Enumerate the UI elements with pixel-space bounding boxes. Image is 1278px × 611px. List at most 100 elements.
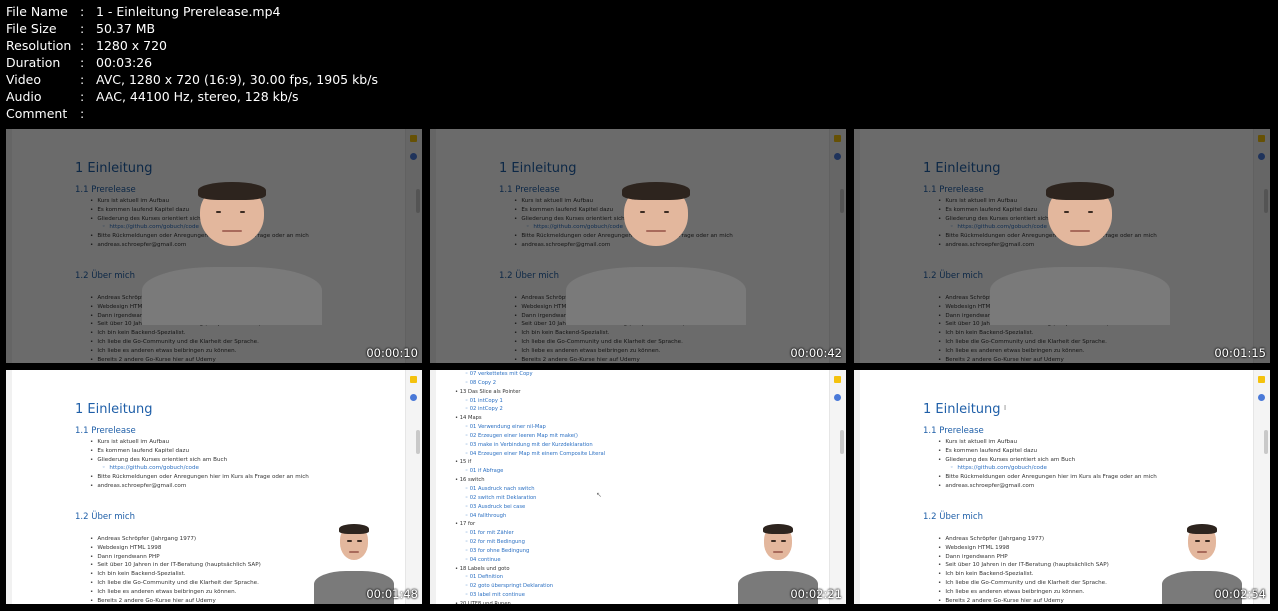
doc-title: 1 Einleitung bbox=[923, 402, 1001, 417]
meta-separator: : bbox=[80, 72, 85, 87]
toc-item[interactable]: 02 for mit Bedingung bbox=[465, 538, 605, 547]
bullet-item: Andreas Schröpfer (Jahrgang 1977) bbox=[938, 535, 1109, 544]
bullet-item: Es kommen laufend Kapitel dazu bbox=[90, 447, 309, 456]
meta-row: File Size:50.37 MB bbox=[6, 20, 378, 37]
bullets-ueber-mich: Andreas Schröpfer (Jahrgang 1977)Webdesi… bbox=[90, 535, 261, 604]
toc-item[interactable]: 03 Ausdruck bei case bbox=[465, 503, 605, 512]
toc-item[interactable]: 17 for bbox=[455, 520, 605, 529]
meta-separator: : bbox=[80, 55, 85, 70]
bullet-item: Ich liebe die Go-Community und die Klarh… bbox=[90, 579, 261, 588]
toc-item[interactable]: 01 Ausdruck nach switch bbox=[465, 485, 605, 494]
toc-item[interactable]: 03 label mit continue bbox=[465, 591, 605, 600]
presenter-eye bbox=[216, 210, 222, 213]
bullet-item: Gliederung des Kurses orientiert sich am… bbox=[938, 456, 1157, 465]
toc-item[interactable]: 01 Definition bbox=[465, 573, 605, 582]
bullet-item: Gliederung des Kurses orientiert sich am… bbox=[90, 456, 309, 465]
presenter-eye bbox=[1195, 539, 1201, 542]
toc-item[interactable]: 02 intCopy 2 bbox=[465, 405, 605, 414]
presenter-hair bbox=[339, 523, 369, 534]
note-icon bbox=[410, 376, 417, 383]
scrollbar bbox=[1264, 430, 1268, 454]
timestamp: 00:01:48 bbox=[366, 587, 418, 601]
timestamp: 00:00:10 bbox=[366, 346, 418, 360]
meta-row: Comment: bbox=[6, 105, 378, 122]
toc-item[interactable]: 01 for mit Zähler bbox=[465, 529, 605, 538]
toc-item[interactable]: 18 Labels und goto bbox=[455, 565, 605, 574]
toc-item[interactable]: 02 goto überspringt Deklaration bbox=[465, 582, 605, 591]
meta-separator: : bbox=[80, 38, 85, 53]
file-metadata: File Name:1 - Einleitung Prerelease.mp4 F… bbox=[6, 3, 378, 122]
github-link[interactable]: https://github.com/gobuch/code bbox=[102, 464, 309, 473]
presenter-video bbox=[142, 179, 322, 325]
presenter-video bbox=[990, 179, 1170, 325]
bullet-item: Bereits 2 andere Go-Kurse hier auf Udemy bbox=[938, 597, 1109, 604]
section-prerelease: 1.1 Prerelease bbox=[923, 426, 984, 436]
timestamp: 00:00:42 bbox=[790, 346, 842, 360]
bullet-item: Bitte Rückmeldungen oder Anregungen hier… bbox=[90, 473, 309, 482]
toc-item[interactable]: 20 UTF8 und Runen bbox=[455, 600, 605, 604]
meta-row: Resolution:1280 x 720 bbox=[6, 37, 378, 54]
bullet-item: Ich liebe die Go-Community und die Klarh… bbox=[938, 579, 1109, 588]
check-icon bbox=[834, 394, 841, 401]
presenter-shirt bbox=[990, 266, 1170, 325]
toc-item[interactable]: 07 verkettetes mit Copy bbox=[465, 370, 605, 379]
doc-title: 1 Einleitung bbox=[75, 402, 153, 417]
meta-separator: : bbox=[80, 21, 85, 36]
bullet-item: Ich bin kein Backend-Spezialist. bbox=[90, 570, 261, 579]
github-link[interactable]: https://github.com/gobuch/code bbox=[950, 464, 1157, 473]
toc-item[interactable]: 02 Erzeugen einer leeren Map mit make() bbox=[465, 432, 605, 441]
toc-item[interactable]: 08 Copy 2 bbox=[465, 379, 605, 388]
mouse-cursor-icon: ↖ bbox=[596, 491, 602, 499]
bullet-item: Ich liebe es anderen etwas beibringen zu… bbox=[90, 588, 261, 597]
presenter-eye bbox=[239, 210, 245, 213]
toc-item[interactable]: 16 switch bbox=[455, 476, 605, 485]
section-ueber-mich: 1.2 Über mich bbox=[923, 512, 983, 522]
presenter-eye bbox=[347, 539, 353, 542]
bullets-ueber-mich: Andreas Schröpfer (Jahrgang 1977)Webdesi… bbox=[938, 535, 1109, 604]
section-ueber-mich: 1.2 Über mich bbox=[75, 512, 135, 522]
presenter-eye bbox=[640, 210, 646, 213]
bullet-item: Bitte Rückmeldungen oder Anregungen hier… bbox=[938, 473, 1157, 482]
meta-key: Duration bbox=[6, 55, 61, 70]
presenter-mouth bbox=[349, 550, 359, 553]
meta-row: Duration:00:03:26 bbox=[6, 54, 378, 71]
meta-key: File Size bbox=[6, 21, 57, 36]
toc-item[interactable]: 01 if Abfrage bbox=[465, 467, 605, 476]
presenter-eye bbox=[357, 539, 363, 542]
bullets-prerelease: Kurs ist aktuell im AufbauEs kommen lauf… bbox=[938, 438, 1157, 491]
bullet-item: Seit über 10 Jahren in der IT-Beratung (… bbox=[938, 561, 1108, 570]
bullet-item: Andreas Schröpfer (Jahrgang 1977) bbox=[90, 535, 261, 544]
toc-item[interactable]: 14 Maps bbox=[455, 414, 605, 423]
presenter-mouth bbox=[645, 230, 667, 233]
presenter-eye bbox=[1205, 539, 1211, 542]
toc-item[interactable]: 04 fallthrough bbox=[465, 512, 605, 521]
presenter-eye bbox=[1064, 210, 1070, 213]
bullet-item: Dann irgendwann PHP bbox=[938, 553, 1109, 562]
toc-item[interactable]: 13 Das Slice als Pointer bbox=[455, 388, 605, 397]
meta-row: Audio: AAC, 44100 Hz, stereo, 128 kb/s bbox=[6, 88, 378, 105]
presenter-hair bbox=[622, 182, 690, 200]
toc-item[interactable]: 01 intCopy 1 bbox=[465, 397, 605, 406]
presenter-eye bbox=[663, 210, 669, 213]
toc-item[interactable]: 15 if bbox=[455, 458, 605, 467]
bullet-item: Bereits 2 andere Go-Kurse hier auf Udemy bbox=[90, 597, 261, 604]
bullet-item: Seit über 10 Jahren in der IT-Beratung (… bbox=[90, 561, 260, 570]
presenter-shirt bbox=[566, 266, 746, 325]
check-icon bbox=[1258, 394, 1265, 401]
thumbnail-6: 1 Einleitung I 1.1 Prerelease Kurs ist a… bbox=[854, 370, 1270, 604]
meta-value: 50.37 MB bbox=[96, 21, 156, 36]
toc-item[interactable]: 04 Erzeugen einer Map mit einem Composit… bbox=[465, 450, 605, 459]
meta-value: AVC, 1280 x 720 (16:9), 30.00 fps, 1905 … bbox=[96, 72, 378, 87]
presenter-mouth bbox=[221, 230, 243, 233]
scrollbar bbox=[416, 430, 420, 454]
toc-item[interactable]: 01 Verwendung einer nil-Map bbox=[465, 423, 605, 432]
bullet-item: Dann irgendwann PHP bbox=[90, 553, 261, 562]
toc-item[interactable]: 03 for ohne Bedingung bbox=[465, 547, 605, 556]
left-gutter bbox=[6, 370, 12, 604]
right-toolbar bbox=[1253, 370, 1270, 604]
toc-item[interactable]: 03 make in Verbindung mit der Kurzdeklar… bbox=[465, 441, 605, 450]
note-icon bbox=[1258, 376, 1265, 383]
toc-item[interactable]: 04 continue bbox=[465, 556, 605, 565]
toc-item[interactable]: 02 switch mit Deklaration bbox=[465, 494, 605, 503]
meta-separator: : bbox=[80, 106, 85, 121]
